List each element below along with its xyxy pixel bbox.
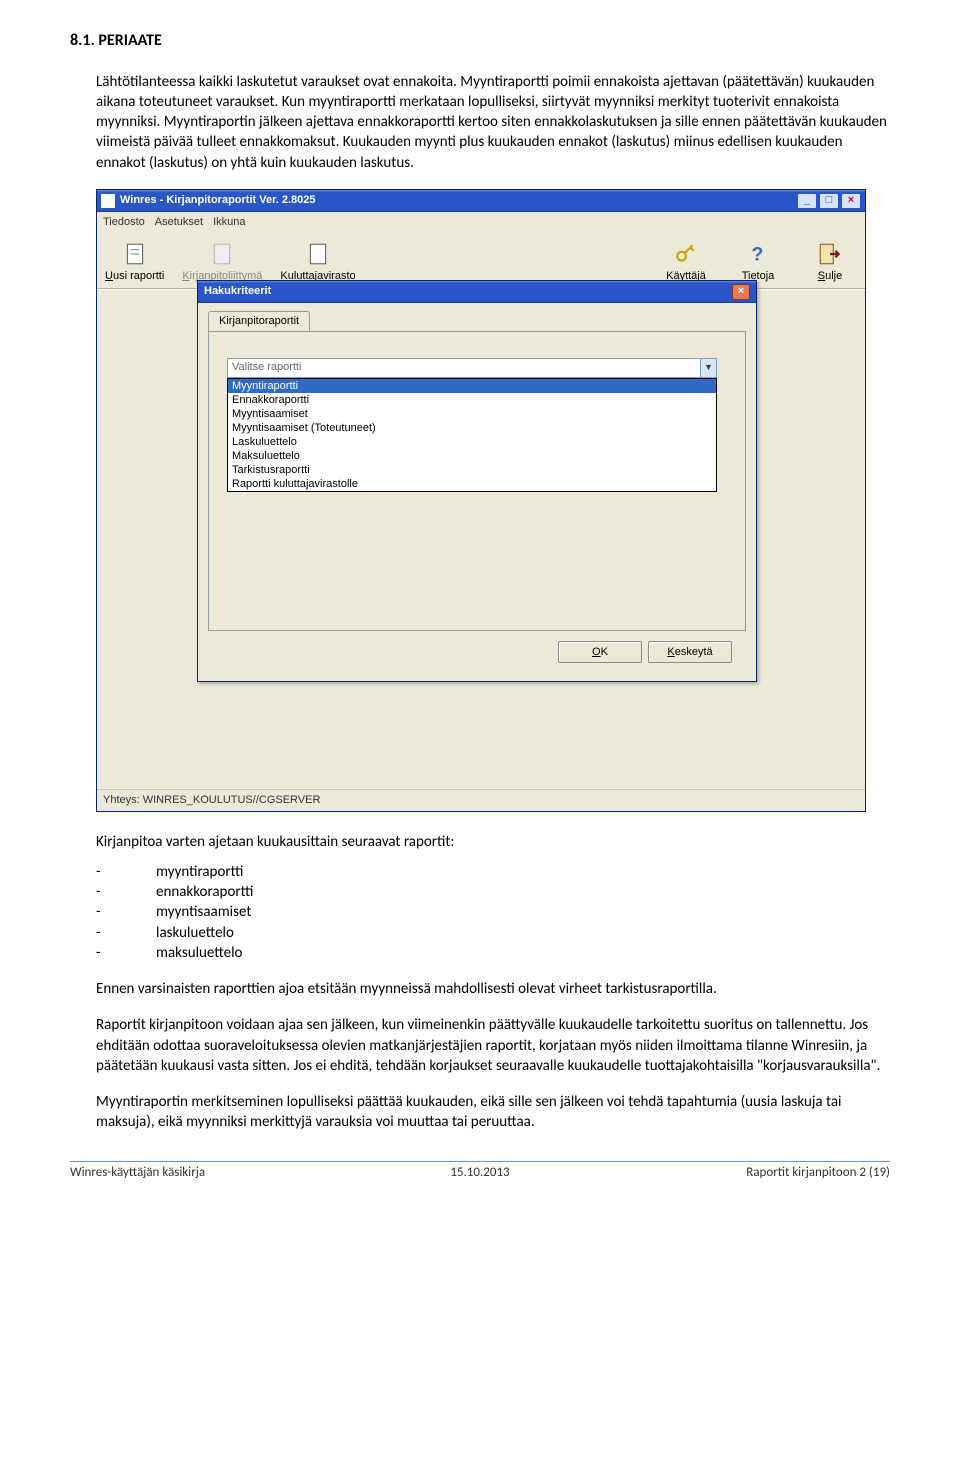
app-body: Hakukriteerit × Kirjanpitoraportit Valit… — [97, 289, 865, 789]
dash: - — [96, 923, 156, 943]
footer-left: Winres-käyttäjän käsikirja — [70, 1164, 343, 1182]
tb-kuluttajavirasto[interactable]: Kuluttajavirasto — [280, 241, 355, 284]
ok-button[interactable]: OK — [558, 641, 642, 663]
menubar: Tiedosto Asetukset Ikkuna — [97, 212, 865, 233]
dialog-title: Hakukriteerit — [204, 284, 271, 299]
section-heading: 8.1. PERIAATE — [70, 30, 890, 52]
list-item[interactable]: Myyntisaamiset — [228, 407, 716, 421]
footer-mid: 15.10.2013 — [343, 1164, 616, 1182]
footer-rule — [70, 1161, 890, 1162]
dash: - — [96, 943, 156, 963]
close-button[interactable]: × — [841, 193, 861, 209]
dialog-titlebar: Hakukriteerit × — [198, 281, 756, 303]
document-icon — [122, 241, 148, 267]
dialog-close-button[interactable]: × — [732, 284, 750, 300]
list-item: myyntisaamiset — [156, 902, 251, 922]
statusbar: Yhteys: WINRES_KOULUTUS//CGSERVER — [97, 789, 865, 811]
list-item[interactable]: Raportti kuluttajavirastolle — [228, 477, 716, 491]
list-item[interactable]: Ennakkoraportti — [228, 393, 716, 407]
dash: - — [96, 882, 156, 902]
list-item: maksuluettelo — [156, 943, 242, 963]
app-window: Winres - Kirjanpitoraportit Ver. 2.8025 … — [96, 189, 866, 812]
cancel-button[interactable]: Keskeytä — [648, 641, 732, 663]
report-list: -myyntiraportti -ennakkoraportti -myynti… — [96, 862, 890, 963]
post-heading: Kirjanpitoa varten ajetaan kuukausittain… — [96, 832, 890, 852]
svg-text:?: ? — [752, 243, 764, 265]
maximize-button[interactable]: □ — [819, 193, 839, 209]
app-titlebar: Winres - Kirjanpitoraportit Ver. 2.8025 … — [97, 190, 865, 212]
list-item[interactable]: Maksuluettelo — [228, 449, 716, 463]
intro-paragraph: Lähtötilanteessa kaikki laskutetut varau… — [96, 72, 890, 173]
footer-right: Raportit kirjanpitoon 2 (19) — [617, 1164, 890, 1182]
report-listbox[interactable]: Myyntiraportti Ennakkoraportti Myyntisaa… — [227, 378, 717, 492]
tb-uusi-raportti[interactable]: UUusi raporttiusi raportti — [105, 241, 164, 284]
list-item[interactable]: Tarkistusraportti — [228, 463, 716, 477]
list-item: laskuluettelo — [156, 923, 234, 943]
paragraph: Ennen varsinaisten raporttien ajoa etsit… — [96, 979, 890, 999]
key-icon — [673, 241, 699, 267]
tb-kayttaja[interactable]: Käyttäjä — [659, 241, 713, 284]
list-item[interactable]: Myyntiraportti — [228, 379, 716, 393]
list-item[interactable]: Laskuluettelo — [228, 435, 716, 449]
help-icon: ? — [745, 241, 771, 267]
app-icon — [101, 194, 115, 208]
combo-value: Valitse raportti — [232, 360, 302, 375]
footer: Winres-käyttäjän käsikirja 15.10.2013 Ra… — [70, 1164, 890, 1182]
tab-kirjanpitoraportit[interactable]: Kirjanpitoraportit — [208, 311, 310, 331]
tb-tietoja[interactable]: ? Tietoja — [731, 241, 785, 284]
paragraph: Raportit kirjanpitoon voidaan ajaa sen j… — [96, 1015, 890, 1076]
dialog-hakukriteerit: Hakukriteerit × Kirjanpitoraportit Valit… — [197, 280, 757, 682]
list-item[interactable]: Myyntisaamiset (Toteutuneet) — [228, 421, 716, 435]
screenshot: Winres - Kirjanpitoraportit Ver. 2.8025 … — [96, 189, 890, 812]
minimize-button[interactable]: _ — [797, 193, 817, 209]
tab-panel: Valitse raportti ▼ Myyntiraportti Ennakk… — [208, 331, 746, 631]
dash: - — [96, 902, 156, 922]
dash: - — [96, 862, 156, 882]
document-icon — [305, 241, 331, 267]
tb-kirjanpitoliittyma: Kirjanpitoliittymä — [182, 241, 262, 284]
list-item: myyntiraportti — [156, 862, 243, 882]
paragraph: Myyntiraportin merkitseminen lopulliseks… — [96, 1092, 890, 1133]
menu-asetukset[interactable]: Asetukset — [155, 215, 203, 230]
menu-ikkuna[interactable]: Ikkuna — [213, 215, 245, 230]
combo-valitse-raportti[interactable]: Valitse raportti ▼ — [227, 358, 717, 378]
list-item: ennakkoraportti — [156, 882, 253, 902]
document-icon — [209, 241, 235, 267]
menu-tiedosto[interactable]: Tiedosto — [103, 215, 145, 230]
app-title: Winres - Kirjanpitoraportit Ver. 2.8025 — [120, 193, 316, 208]
tb-sulje[interactable]: Sulje — [803, 241, 857, 284]
chevron-down-icon: ▼ — [700, 359, 716, 377]
exit-icon — [817, 241, 843, 267]
